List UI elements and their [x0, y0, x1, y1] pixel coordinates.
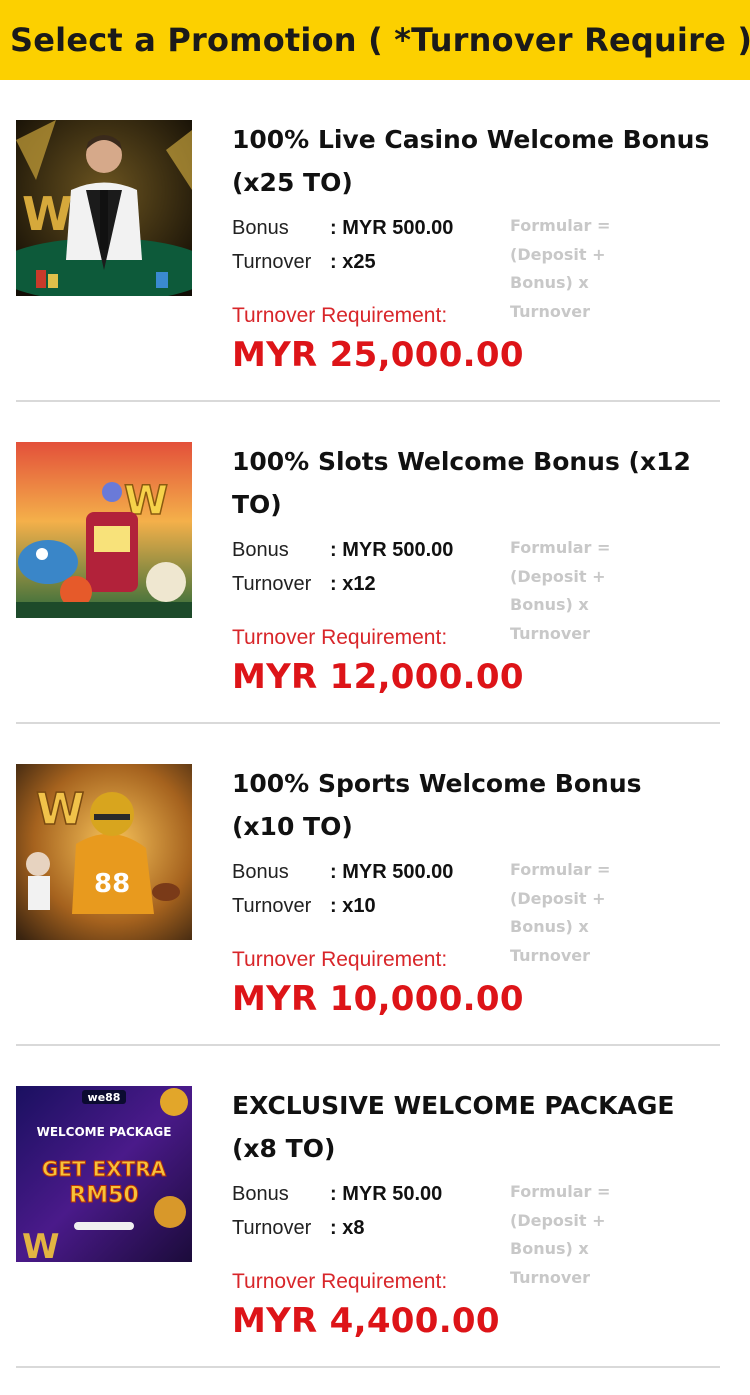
svg-text:W: W [36, 784, 85, 835]
turnover-label: Turnover [232, 895, 312, 917]
turnover-label: Turnover [232, 251, 312, 273]
svg-text:WELCOME PACKAGE: WELCOME PACKAGE [37, 1125, 172, 1139]
requirement-label: Turnover Requirement: [232, 1270, 448, 1293]
promotion-title: EXCLUSIVE WELCOME PACKAGE (x8 TO) [232, 1091, 675, 1163]
svg-text:W: W [22, 1227, 60, 1262]
turnover-label: Turnover [232, 573, 312, 595]
bonus-value: : MYR 50.00 [330, 1183, 443, 1205]
live-casino-dealer-image: W [16, 120, 192, 296]
promotion-item-sports[interactable]: W 88 100% Sports Welcome Bonus (x10 TO) … [16, 724, 720, 1046]
requirement-value: MYR 12,000.00 [232, 657, 524, 697]
promotion-title: 100% Sports Welcome Bonus (x10 TO) [232, 769, 642, 841]
svg-text:88: 88 [94, 869, 130, 899]
promotion-item-live-casino[interactable]: W 100% Live Casino Welcome Bonus (x25 TO… [16, 80, 720, 402]
svg-text:GET EXTRA: GET EXTRA [42, 1157, 167, 1181]
bonus-label: Bonus [232, 217, 289, 239]
promotion-title: 100% Live Casino Welcome Bonus (x25 TO) [232, 125, 710, 197]
bonus-label: Bonus [232, 1183, 289, 1205]
svg-text:we88: we88 [88, 1091, 121, 1104]
bonus-value: : MYR 500.00 [330, 217, 454, 239]
turnover-value: : x12 [330, 573, 376, 595]
formula-note: Formular = (Deposit + Bonus) x Turnover [510, 216, 611, 321]
requirement-value: MYR 4,400.00 [232, 1301, 500, 1341]
requirement-label: Turnover Requirement: [232, 948, 448, 971]
football-player-image: W 88 [16, 764, 192, 940]
svg-text:RM50: RM50 [69, 1183, 138, 1208]
welcome-package-banner-image: we88 WELCOME PACKAGE GET EXTRA RM50 W [16, 1086, 192, 1262]
bonus-value: : MYR 500.00 [330, 539, 454, 561]
promotion-title: 100% Slots Welcome Bonus (x12 TO) [232, 447, 691, 519]
promotion-item-welcome-package[interactable]: we88 WELCOME PACKAGE GET EXTRA RM50 W EX… [16, 1046, 720, 1368]
turnover-value: : x8 [330, 1217, 365, 1239]
slots-characters-image: W [16, 442, 192, 618]
requirement-value: MYR 25,000.00 [232, 335, 524, 375]
bonus-label: Bonus [232, 861, 289, 883]
turnover-value: : x25 [330, 251, 376, 273]
turnover-value: : x10 [330, 895, 376, 917]
turnover-label: Turnover [232, 1217, 312, 1239]
page-title: Select a Promotion ( *Turnover Require ) [10, 21, 750, 59]
requirement-label: Turnover Requirement: [232, 626, 448, 649]
requirement-label: Turnover Requirement: [232, 304, 448, 327]
formula-note: Formular = (Deposit + Bonus) x Turnover [510, 860, 611, 965]
promotion-item-slots[interactable]: W 100% Slots Welcome Bonus (x12 TO) Bonu… [16, 402, 720, 724]
promotion-header: Select a Promotion ( *Turnover Require ) [0, 0, 750, 80]
bonus-value: : MYR 500.00 [330, 861, 454, 883]
formula-note: Formular = (Deposit + Bonus) x Turnover [510, 1182, 611, 1287]
requirement-value: MYR 10,000.00 [232, 979, 524, 1019]
svg-text:W: W [22, 187, 73, 241]
bonus-label: Bonus [232, 539, 289, 561]
formula-note: Formular = (Deposit + Bonus) x Turnover [510, 538, 611, 643]
